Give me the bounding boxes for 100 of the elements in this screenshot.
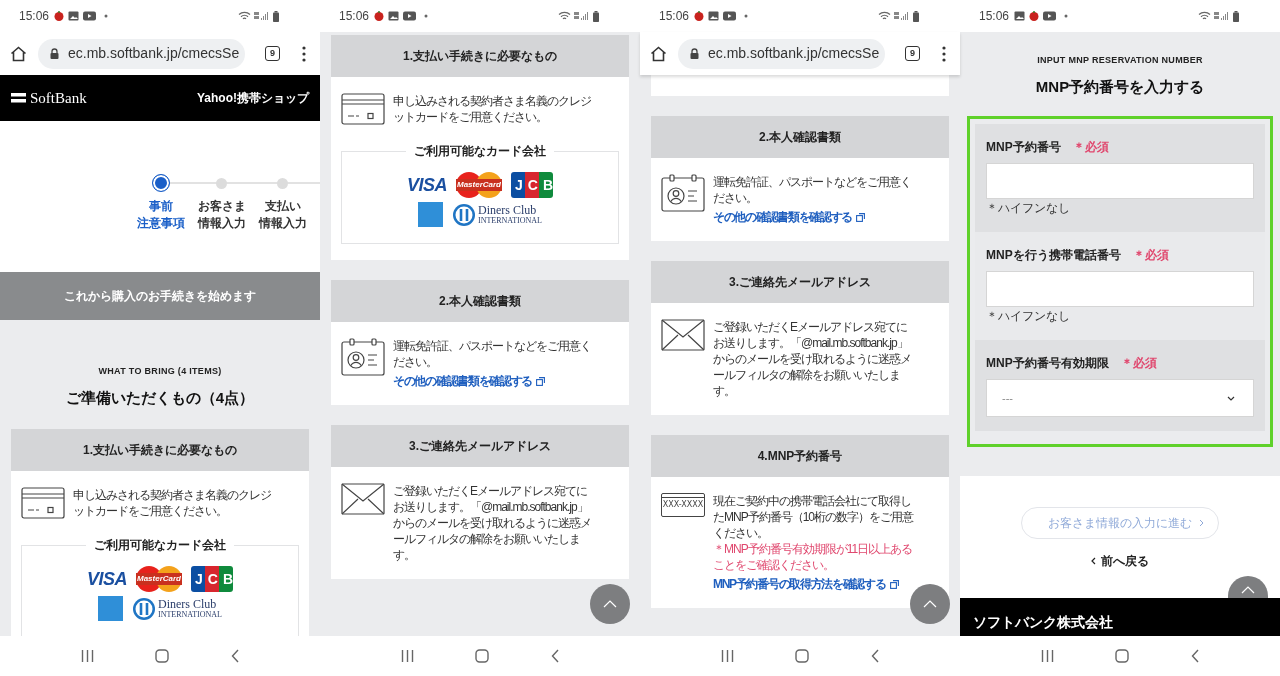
section-title: ご準備いただくもの（4点） xyxy=(65,387,255,408)
back-icon[interactable] xyxy=(551,649,560,663)
amex-logo xyxy=(418,202,443,227)
back-icon[interactable] xyxy=(871,649,880,663)
select-field[interactable]: --- xyxy=(986,379,1254,417)
video-icon xyxy=(403,11,417,21)
home-icon[interactable] xyxy=(1115,649,1130,663)
back-icon[interactable] xyxy=(231,649,240,663)
lock-icon xyxy=(50,48,59,59)
section-eyebrow: WHAT TO BRING (4 ITEMS) xyxy=(98,365,222,378)
dot-icon xyxy=(424,14,429,18)
video-icon xyxy=(83,11,97,21)
input-field[interactable] xyxy=(986,163,1254,199)
recent-apps-icon[interactable] xyxy=(80,650,94,662)
step-label: 事前 注意事項 xyxy=(136,198,185,232)
home-icon[interactable] xyxy=(795,649,810,663)
logo-text: MasterCard xyxy=(136,573,182,585)
tomato-icon xyxy=(54,11,65,21)
dot-icon xyxy=(104,14,109,18)
wifi-icon xyxy=(1198,11,1211,21)
image-icon xyxy=(68,11,80,21)
address-bar[interactable]: ec.mb.softbank.jp/cmecsSe xyxy=(678,38,885,69)
chevron-up-icon xyxy=(603,600,617,608)
logo-subtext: INTERNATIONAL xyxy=(478,217,542,225)
battery-icon xyxy=(913,10,919,22)
external-link-icon xyxy=(856,213,866,222)
envelope-icon xyxy=(661,319,705,351)
status-time: 15:06 xyxy=(659,8,690,25)
recent-apps-icon[interactable] xyxy=(1040,650,1054,662)
card-header: 2.本人確認書類 xyxy=(331,280,629,322)
section-title: MNP予約番号を入力する xyxy=(1035,76,1205,97)
step-label: お客さま 情報入力 xyxy=(197,198,246,232)
logo-bars-icon xyxy=(11,93,26,103)
envelope-icon xyxy=(341,483,385,515)
required-mark: ＊必須 xyxy=(1120,355,1157,372)
url-text: ec.mb.softbank.jp/cmecsSe xyxy=(68,44,240,63)
logo-text: MasterCard xyxy=(456,179,502,191)
field-label: MNP予約番号有効期限 xyxy=(986,355,1109,372)
home-icon[interactable] xyxy=(650,45,667,62)
tab-count[interactable]: 9 xyxy=(265,46,280,61)
visa-logo: VISA xyxy=(407,176,447,194)
section-eyebrow: INPUT MNP RESERVATION NUMBER xyxy=(1037,54,1203,67)
card-header: 2.本人確認書類 xyxy=(651,116,949,158)
logo-text: Diners Club xyxy=(478,204,538,216)
scroll-to-top-button[interactable] xyxy=(590,584,630,624)
tab-count[interactable]: 9 xyxy=(905,46,920,61)
menu-icon[interactable] xyxy=(942,45,946,62)
home-icon[interactable] xyxy=(475,649,490,663)
field-hint: ＊ハイフンなし xyxy=(986,309,1071,324)
chevron-up-icon xyxy=(923,600,937,608)
step-label: 支払い 情報入力 xyxy=(258,198,307,232)
battery-icon xyxy=(1233,10,1239,22)
card-link[interactable]: MNP予約番号の取得方法を確認する xyxy=(713,576,899,592)
card-description: 申し込みされる契約者さま名義のクレジットカードをご用意ください。 xyxy=(73,487,272,519)
visa-logo: VISA xyxy=(87,570,127,588)
address-bar[interactable]: ec.mb.softbank.jp/cmecsSe xyxy=(38,38,245,69)
back-icon[interactable] xyxy=(1191,649,1200,663)
image-icon xyxy=(708,11,720,21)
signal-icon xyxy=(254,11,270,21)
company-name: ソフトバンク株式会社 xyxy=(973,614,1113,630)
shop-name: Yahoo!携帯ショップ xyxy=(197,90,309,107)
wifi-icon xyxy=(878,11,891,21)
recent-apps-icon[interactable] xyxy=(720,650,734,662)
tomato-icon xyxy=(1029,11,1040,21)
scroll-to-top-button[interactable] xyxy=(1228,576,1268,598)
recent-apps-icon[interactable] xyxy=(400,650,414,662)
id-card-icon xyxy=(341,338,385,376)
dot-icon xyxy=(1064,14,1069,18)
status-time: 15:06 xyxy=(19,8,50,25)
image-icon xyxy=(1014,11,1026,21)
card-link[interactable]: その他の確認書類を確認する xyxy=(393,373,546,389)
card-description: 現在ご契約中の携帯電話会社にて取得したMNP予約番号（10桁の数字）をご用意ください。 xyxy=(713,493,913,541)
lock-icon xyxy=(690,48,699,59)
home-icon[interactable] xyxy=(155,649,170,663)
card-link[interactable]: その他の確認書類を確認する xyxy=(713,209,866,225)
credit-card-icon xyxy=(341,93,385,125)
card-description: 運転免許証、パスポートなどをご用意ください。 xyxy=(713,174,912,206)
tomato-icon xyxy=(694,11,705,21)
site-logo[interactable]: SoftBank xyxy=(30,86,87,110)
tomato-icon xyxy=(374,11,385,21)
signal-icon xyxy=(574,11,590,21)
chevron-down-icon xyxy=(1227,395,1235,401)
input-field[interactable] xyxy=(986,271,1254,307)
wifi-icon xyxy=(558,11,571,21)
field-hint: ＊ハイフンなし xyxy=(986,201,1071,216)
home-icon[interactable] xyxy=(10,45,27,62)
diners-logo-icon xyxy=(132,596,156,621)
chevron-up-icon xyxy=(1241,586,1255,594)
card-description: 運転免許証、パスポートなどをご用意ください。 xyxy=(393,338,592,370)
wifi-icon xyxy=(238,11,251,21)
scroll-to-top-button[interactable] xyxy=(910,584,950,624)
logo-subtext: INTERNATIONAL xyxy=(158,611,222,619)
signal-icon xyxy=(894,11,910,21)
card-brands-title: ご利用可能なカード会社 xyxy=(406,144,554,159)
back-link[interactable]: 前へ戻る xyxy=(1091,552,1149,570)
menu-icon[interactable] xyxy=(302,45,306,62)
required-mark: ＊必須 xyxy=(1132,247,1169,264)
video-icon xyxy=(1043,11,1057,21)
card-header: 1.支払い手続きに必要なもの xyxy=(331,35,629,77)
signal-icon xyxy=(1214,11,1230,21)
